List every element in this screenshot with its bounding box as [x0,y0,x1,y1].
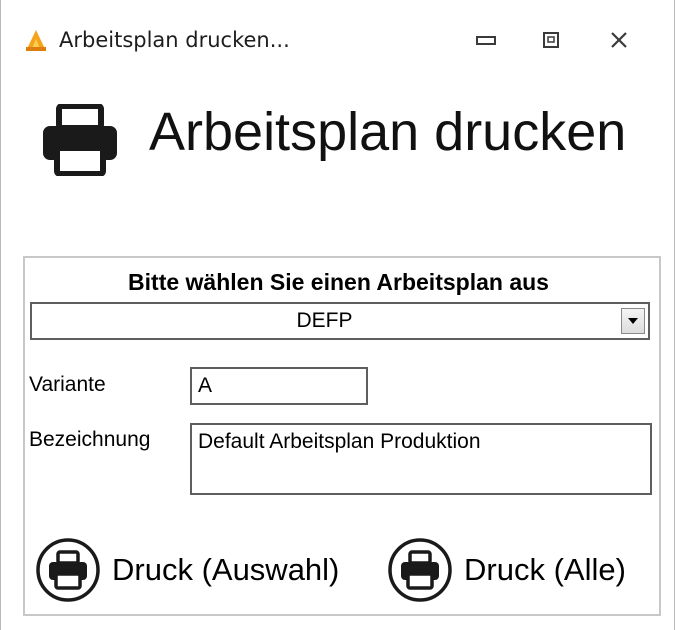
chevron-down-icon [628,318,638,324]
page-title: Arbeitsplan drucken [149,102,627,162]
minimize-icon [476,36,496,45]
print-selection-button[interactable]: Druck (Auswahl) [35,538,340,602]
printer-icon [43,104,117,176]
print-plan-dialog: Arbeitsplan drucken... Arbeitsplan druck… [0,0,675,630]
printer-circle-icon [388,538,452,602]
bezeichnung-label: Bezeichnung [29,428,151,451]
maximize-button[interactable] [528,22,574,58]
close-button[interactable] [596,22,642,58]
maximize-icon [543,32,559,48]
print-all-label: Druck (Alle) [464,552,626,587]
selection-prompt: Bitte wählen Sie einen Arbeitsplan aus [128,269,549,295]
close-icon [611,32,627,48]
printer-circle-icon [36,538,100,602]
bezeichnung-field[interactable]: Default Arbeitsplan Produktion [190,423,652,495]
variante-field[interactable]: A [190,367,368,405]
print-all-button[interactable]: Druck (Alle) [387,538,626,602]
minimize-button[interactable] [463,22,509,58]
plan-select[interactable]: DEFP [30,302,650,340]
variante-label: Variante [29,373,106,396]
plan-select-value: DEFP [296,309,353,332]
print-selection-label: Druck (Auswahl) [112,552,340,587]
app-flame-icon [26,30,46,51]
window-title: Arbeitsplan drucken... [59,28,290,52]
dropdown-button[interactable] [621,308,645,334]
title-bar[interactable]: Arbeitsplan drucken... [1,0,674,78]
